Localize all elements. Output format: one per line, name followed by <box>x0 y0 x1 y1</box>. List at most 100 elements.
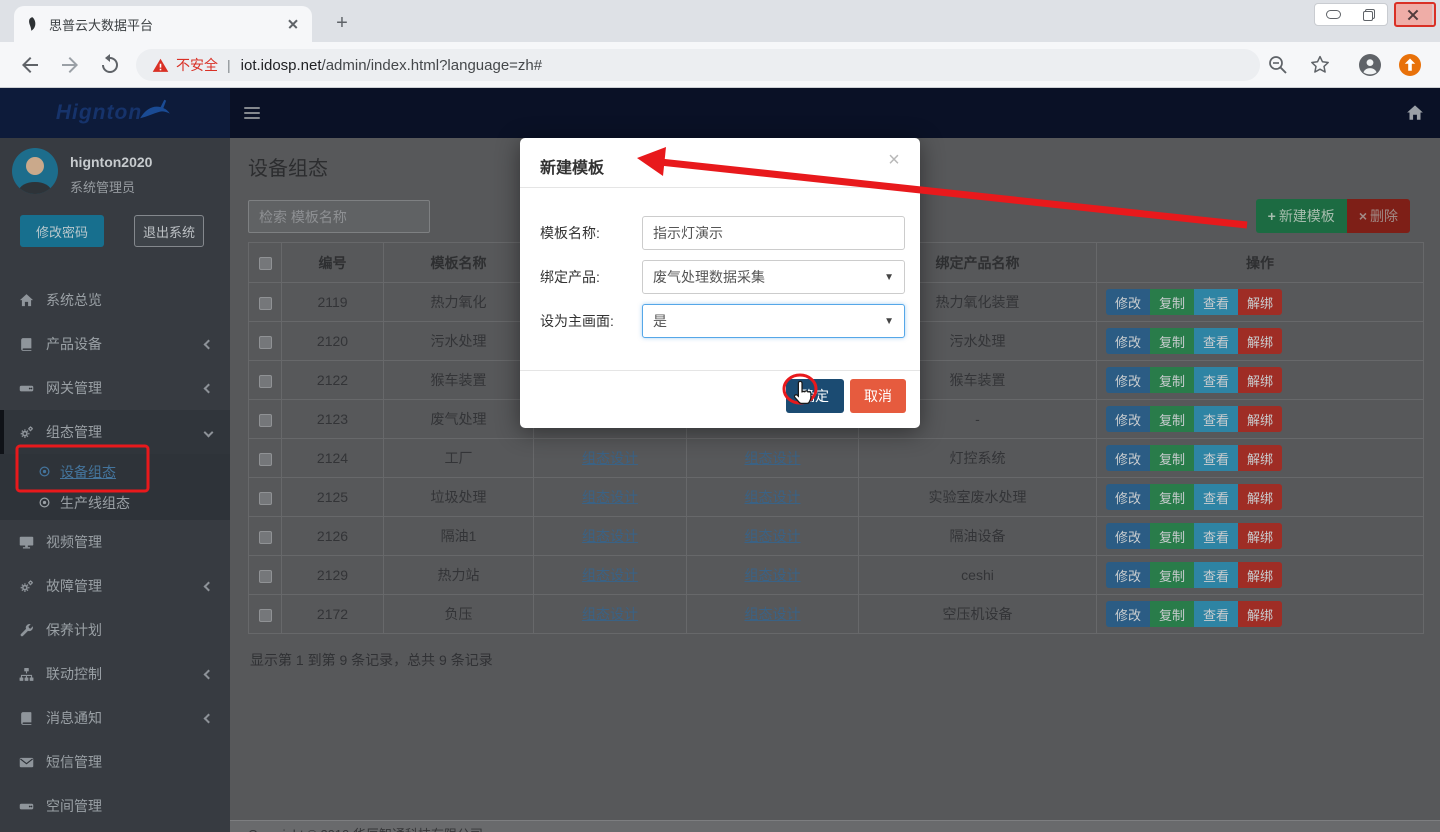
reload-button[interactable] <box>98 53 122 77</box>
tab-close-icon[interactable] <box>284 15 302 33</box>
forward-button[interactable] <box>58 53 82 77</box>
copy-button[interactable]: 复制 <box>1150 289 1194 315</box>
sidebar-subitem-2[interactable]: 生产线组态 <box>0 487 230 518</box>
sidebar-item-3[interactable]: 网关管理 <box>0 366 230 410</box>
sidebar-item-6[interactable]: 故障管理 <box>0 564 230 608</box>
unbind-button[interactable]: 解绑 <box>1238 367 1282 393</box>
browser-update-icon[interactable] <box>1398 53 1422 77</box>
search-input[interactable] <box>248 200 430 233</box>
design-link[interactable]: 组态设计 <box>745 489 801 505</box>
edit-button[interactable]: 修改 <box>1106 289 1150 315</box>
unbind-button[interactable]: 解绑 <box>1238 601 1282 627</box>
design-link[interactable]: 组态设计 <box>745 567 801 583</box>
sidebar-item-7[interactable]: 保养计划 <box>0 608 230 652</box>
view-button[interactable]: 查看 <box>1194 562 1238 588</box>
view-button[interactable]: 查看 <box>1194 601 1238 627</box>
sidebar-toggle-icon[interactable] <box>244 104 262 122</box>
address-bar[interactable]: 不安全 | iot.idosp.net /admin/index.html?la… <box>136 49 1260 81</box>
confirm-button[interactable]: 确定 <box>786 379 844 413</box>
edit-button[interactable]: 修改 <box>1106 562 1150 588</box>
row-checkbox[interactable] <box>259 336 272 349</box>
sidebar-item-8[interactable]: 联动控制 <box>0 652 230 696</box>
bookmark-star-icon[interactable] <box>1308 53 1332 77</box>
design-link[interactable]: 组态设计 <box>582 450 638 466</box>
unbind-button[interactable]: 解绑 <box>1238 445 1282 471</box>
edit-button[interactable]: 修改 <box>1106 406 1150 432</box>
row-checkbox[interactable] <box>259 297 272 310</box>
unbind-button[interactable]: 解绑 <box>1238 523 1282 549</box>
sidebar-item-2[interactable]: 产品设备 <box>0 322 230 366</box>
main-screen-select[interactable]: 是▼ <box>642 304 905 338</box>
copy-button[interactable]: 复制 <box>1150 367 1194 393</box>
copy-button[interactable]: 复制 <box>1150 328 1194 354</box>
view-button[interactable]: 查看 <box>1194 523 1238 549</box>
cell-id: 2122 <box>282 361 384 400</box>
window-restore-button[interactable] <box>1351 4 1387 25</box>
view-button[interactable]: 查看 <box>1194 484 1238 510</box>
design-link[interactable]: 组态设计 <box>582 567 638 583</box>
view-button[interactable]: 查看 <box>1194 445 1238 471</box>
sidebar-item-11[interactable]: 空间管理 <box>0 784 230 828</box>
row-checkbox[interactable] <box>259 531 272 544</box>
edit-button[interactable]: 修改 <box>1106 328 1150 354</box>
design-link[interactable]: 组态设计 <box>745 528 801 544</box>
restore-icon <box>1363 9 1375 21</box>
view-button[interactable]: 查看 <box>1194 367 1238 393</box>
copy-button[interactable]: 复制 <box>1150 406 1194 432</box>
profile-avatar-icon[interactable] <box>1358 53 1382 77</box>
window-close-button[interactable] <box>1394 3 1432 26</box>
new-template-button[interactable]: +新建模板 <box>1256 199 1347 233</box>
design-link[interactable]: 组态设计 <box>582 606 638 622</box>
modal-close-icon[interactable]: × <box>884 150 904 170</box>
logout-button[interactable]: 退出系统 <box>134 215 204 247</box>
design-link[interactable]: 组态设计 <box>745 606 801 622</box>
row-checkbox[interactable] <box>259 492 272 505</box>
sidebar-item-9[interactable]: 消息通知 <box>0 696 230 740</box>
bound-product-select[interactable]: 废气处理数据采集▼ <box>642 260 905 294</box>
copy-button[interactable]: 复制 <box>1150 484 1194 510</box>
view-button[interactable]: 查看 <box>1194 406 1238 432</box>
row-checkbox[interactable] <box>259 609 272 622</box>
row-checkbox[interactable] <box>259 453 272 466</box>
design-link[interactable]: 组态设计 <box>582 489 638 505</box>
row-checkbox[interactable] <box>259 375 272 388</box>
copy-button[interactable]: 复制 <box>1150 445 1194 471</box>
copy-button[interactable]: 复制 <box>1150 601 1194 627</box>
unbind-button[interactable]: 解绑 <box>1238 484 1282 510</box>
design-link[interactable]: 组态设计 <box>582 528 638 544</box>
browser-tab[interactable]: 思普云大数据平台 <box>14 6 312 42</box>
new-tab-button[interactable]: + <box>330 12 354 36</box>
unbind-button[interactable]: 解绑 <box>1238 328 1282 354</box>
change-password-button[interactable]: 修改密码 <box>20 215 104 247</box>
zoom-icon[interactable] <box>1266 53 1290 77</box>
home-icon[interactable] <box>1406 104 1424 122</box>
edit-button[interactable]: 修改 <box>1106 367 1150 393</box>
sidebar-item-1[interactable]: 系统总览 <box>0 278 230 322</box>
sidebar-item-10[interactable]: 短信管理 <box>0 740 230 784</box>
edit-button[interactable]: 修改 <box>1106 601 1150 627</box>
window-minimize-button[interactable] <box>1315 4 1351 25</box>
sidebar-subitem-1[interactable]: 设备组态 <box>0 456 230 487</box>
view-button[interactable]: 查看 <box>1194 328 1238 354</box>
unbind-button[interactable]: 解绑 <box>1238 289 1282 315</box>
row-checkbox[interactable] <box>259 570 272 583</box>
x-icon: × <box>1359 208 1367 224</box>
delete-button[interactable]: ×删除 <box>1347 199 1410 233</box>
view-button[interactable]: 查看 <box>1194 289 1238 315</box>
copy-button[interactable]: 复制 <box>1150 562 1194 588</box>
unbind-button[interactable]: 解绑 <box>1238 406 1282 432</box>
row-checkbox[interactable] <box>259 414 272 427</box>
edit-button[interactable]: 修改 <box>1106 523 1150 549</box>
template-name-input[interactable] <box>642 216 905 250</box>
cancel-button[interactable]: 取消 <box>850 379 906 413</box>
edit-button[interactable]: 修改 <box>1106 484 1150 510</box>
copy-button[interactable]: 复制 <box>1150 523 1194 549</box>
design-link[interactable]: 组态设计 <box>745 450 801 466</box>
sidebar-item-5[interactable]: 视频管理 <box>0 520 230 564</box>
sidebar-item-4[interactable]: 组态管理 <box>0 410 230 454</box>
edit-button[interactable]: 修改 <box>1106 445 1150 471</box>
unbind-button[interactable]: 解绑 <box>1238 562 1282 588</box>
back-button[interactable] <box>18 53 42 77</box>
select-all-checkbox[interactable] <box>259 257 272 270</box>
brand-logo[interactable]: Hignton <box>0 88 230 138</box>
